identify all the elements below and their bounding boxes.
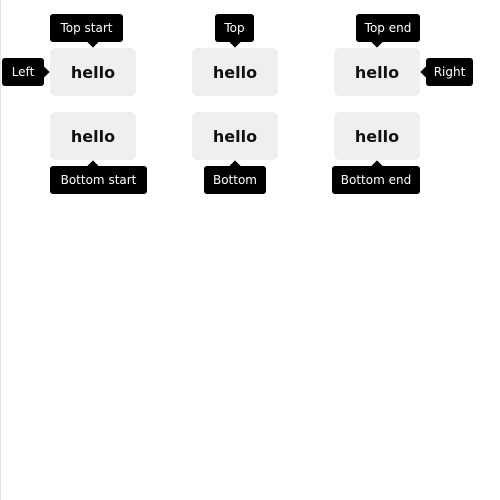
tooltip-arrow [371, 160, 383, 172]
tooltip-text: Top [224, 21, 245, 35]
hello-button-label: hello [354, 62, 400, 82]
tooltip-text: Top end [364, 21, 412, 35]
tooltip-placement-demo: hello hello hello hello hello hello Top … [0, 0, 500, 500]
tooltip-bottom-end: Bottom end [332, 160, 420, 194]
tooltip-arrow [229, 36, 241, 48]
hello-button-top[interactable]: hello [192, 48, 278, 96]
tooltip-text: Bottom start [60, 173, 137, 187]
tooltip-arrow [87, 36, 99, 48]
tooltip-text: Top start [60, 21, 113, 35]
tooltip-bottom: Bottom [204, 160, 266, 194]
hello-button-top-start[interactable]: hello [50, 48, 136, 96]
hello-button-top-end[interactable]: hello [334, 48, 420, 96]
hello-button-bottom-start[interactable]: hello [50, 112, 136, 160]
tooltip-text: Left [11, 65, 35, 79]
tooltip-right: Right [420, 58, 473, 86]
tooltip-arrow [229, 160, 241, 172]
hello-button-bottom[interactable]: hello [192, 112, 278, 160]
hello-button-label: hello [70, 62, 116, 82]
hello-button-label: hello [354, 126, 400, 146]
tooltip-top-start: Top start [50, 14, 123, 48]
tooltip-left: Left [2, 58, 50, 86]
tooltip-top-end: Top end [356, 14, 420, 48]
tooltip-arrow [38, 66, 50, 78]
tooltip-text: Bottom [212, 173, 257, 187]
tooltip-text: Bottom end [340, 173, 412, 187]
tooltip-arrow [371, 36, 383, 48]
hello-button-label: hello [70, 126, 116, 146]
hello-button-label: hello [212, 62, 258, 82]
tooltip-arrow [87, 160, 99, 172]
tooltip-top: Top [215, 14, 254, 48]
tooltip-bottom-start: Bottom start [50, 160, 147, 194]
hello-button-bottom-end[interactable]: hello [334, 112, 420, 160]
hello-button-label: hello [212, 126, 258, 146]
tooltip-arrow [420, 66, 432, 78]
tooltip-text: Right [433, 65, 466, 79]
